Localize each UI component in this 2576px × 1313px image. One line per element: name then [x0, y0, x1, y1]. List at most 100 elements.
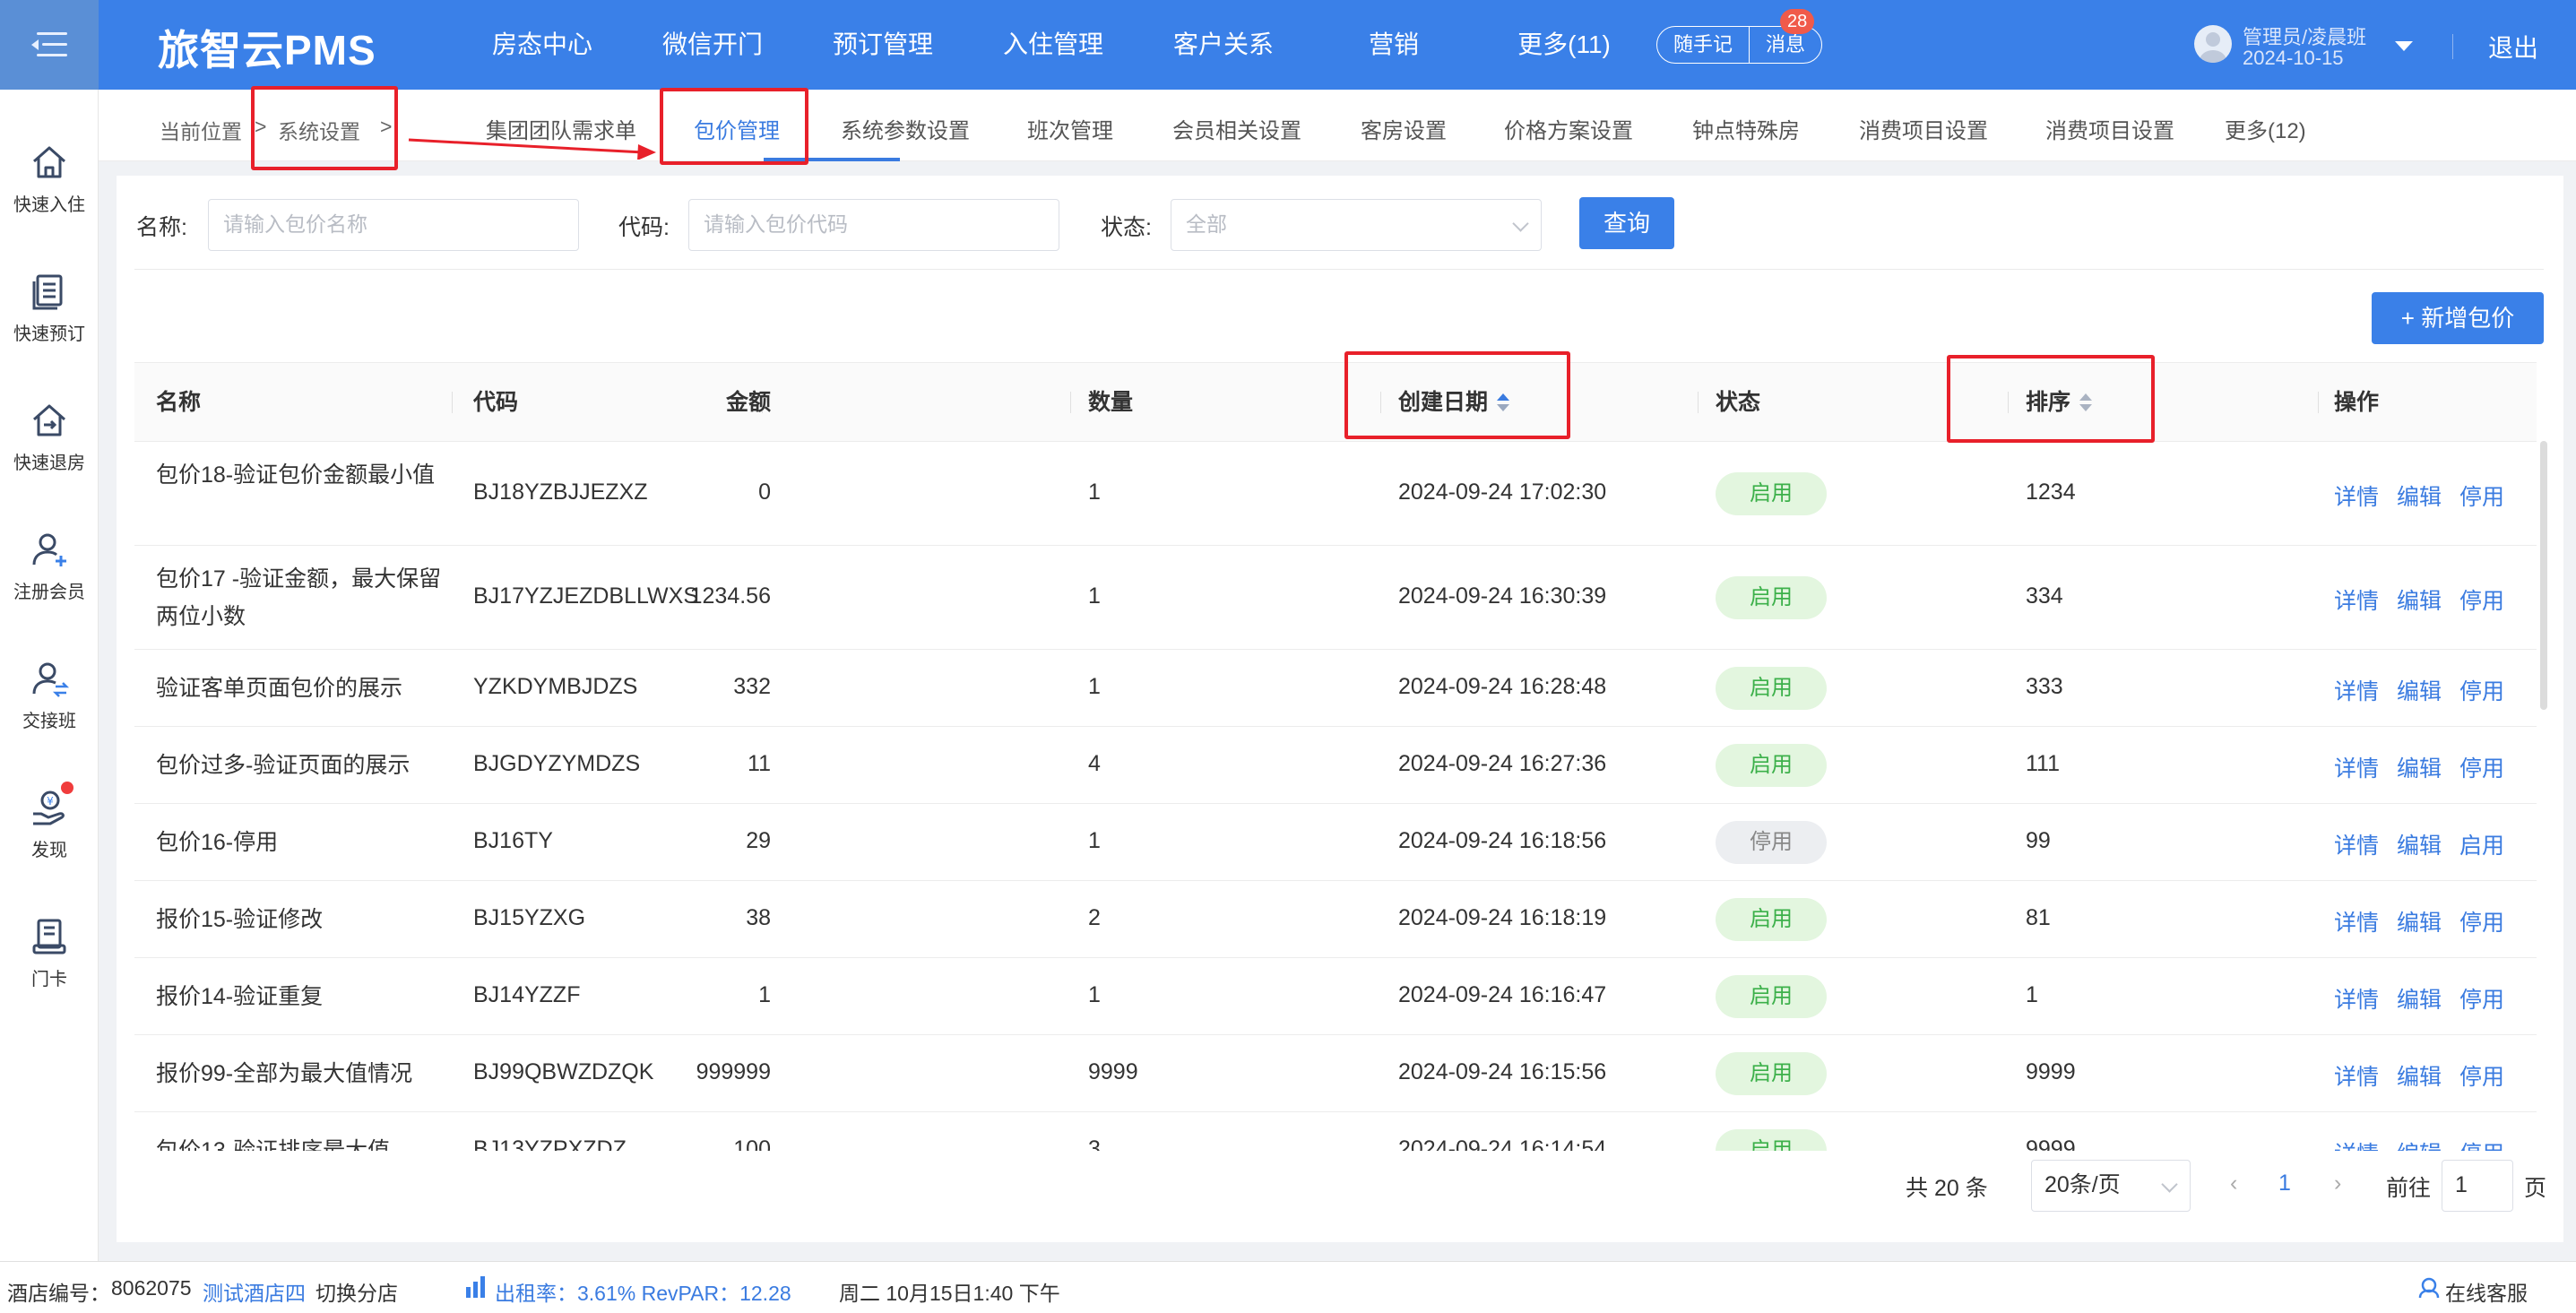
add-package-button[interactable]: + 新增包价: [2372, 292, 2544, 344]
sidebar-item-register-member[interactable]: 注册会员: [0, 529, 99, 603]
menu-toggle-button[interactable]: [0, 0, 99, 90]
column-divider: [2318, 392, 2319, 413]
tab-consumption-items[interactable]: 消费项目设置: [1859, 113, 1988, 144]
table-row: 报价99-全部为最大值情况 BJ99QBWZDZQK 999999 9999 2024-…: [134, 1035, 2537, 1112]
tab-room-settings[interactable]: 客房设置: [1361, 113, 1447, 144]
messages-button[interactable]: 消息: [1749, 27, 1821, 63]
tab-member-settings[interactable]: 会员相关设置: [1172, 113, 1301, 144]
toggle-status-link[interactable]: 停用: [2459, 674, 2504, 706]
cell-sort-order: 1234: [2026, 479, 2076, 505]
breadcrumb-current: 当前位置: [160, 120, 242, 143]
sidebar-item-quick-checkout[interactable]: 快速退房: [0, 400, 99, 474]
toggle-status-link[interactable]: 启用: [2459, 828, 2504, 860]
next-page-button[interactable]: ›: [2334, 1170, 2341, 1196]
tab-consumption-items-2[interactable]: 消费项目设置: [2045, 113, 2174, 144]
toggle-status-link[interactable]: 停用: [2459, 479, 2504, 512]
query-button[interactable]: 查询: [1579, 197, 1674, 249]
details-link[interactable]: 详情: [2334, 751, 2379, 783]
tab-hourly-rooms[interactable]: 钟点特殊房: [1692, 113, 1800, 144]
sidebar-item-quick-checkin[interactable]: 快速入住: [0, 142, 99, 216]
logout-button[interactable]: 退出: [2488, 29, 2538, 65]
toggle-status-link[interactable]: 停用: [2459, 1059, 2504, 1092]
edit-link[interactable]: 编辑: [2397, 905, 2442, 937]
edit-link[interactable]: 编辑: [2397, 674, 2442, 706]
hotel-name-link[interactable]: 测试酒店四: [203, 1276, 306, 1307]
nav-item-more[interactable]: 更多(11): [1479, 0, 1649, 90]
name-filter-input[interactable]: 请输入包价名称: [208, 199, 579, 251]
details-link[interactable]: 详情: [2334, 479, 2379, 512]
cell-amount: 11: [748, 751, 771, 776]
nav-item-marketing[interactable]: 营销: [1309, 0, 1479, 90]
status-filter-select[interactable]: 全部: [1171, 199, 1542, 251]
edit-link[interactable]: 编辑: [2397, 583, 2442, 616]
toggle-status-link[interactable]: 停用: [2459, 583, 2504, 616]
cell-code: BJ17YZJEZDBLLWXS: [473, 583, 699, 609]
nav-item-wechat-unlock[interactable]: 微信开门: [627, 0, 798, 90]
table-row: 包价16-停用 BJ16TY 29 1 2024-09-24 16:18:56 停用 99 详…: [134, 804, 2537, 881]
cell-amount: 29: [746, 828, 771, 853]
chevron-down-icon: [2161, 1176, 2178, 1193]
cell-quantity: 1: [1088, 828, 1101, 853]
tab-system-params[interactable]: 系统参数设置: [841, 113, 970, 144]
cell-amount: 1: [758, 982, 771, 1007]
nav-item-reservations[interactable]: 预订管理: [798, 0, 968, 90]
sidebar-item-quick-booking[interactable]: 快速预订: [0, 271, 99, 345]
table-row: 包价过多-验证页面的展示 BJGDYZYMDZS 11 4 2024-09-24 16:…: [134, 727, 2537, 804]
table-scrollbar[interactable]: [2540, 441, 2547, 710]
details-link[interactable]: 详情: [2334, 1136, 2379, 1151]
toggle-status-link[interactable]: 停用: [2459, 982, 2504, 1015]
chevron-down-icon[interactable]: [2395, 41, 2413, 51]
nav-item-customers[interactable]: 客户关系: [1138, 0, 1309, 90]
details-link[interactable]: 详情: [2334, 982, 2379, 1015]
cell-name: 包价过多-验证页面的展示: [156, 753, 411, 778]
toggle-status-link[interactable]: 停用: [2459, 905, 2504, 937]
code-filter-input[interactable]: 请输入包价代码: [688, 199, 1059, 251]
cell-code: BJ18YZBJJEZXZ: [473, 479, 648, 505]
toggle-status-link[interactable]: 停用: [2459, 1136, 2504, 1151]
goto-page-input[interactable]: 1: [2442, 1160, 2513, 1212]
divider: [134, 269, 2544, 270]
sidebar-item-label: 快速退房: [13, 454, 85, 473]
edit-link[interactable]: 编辑: [2397, 1136, 2442, 1151]
details-link[interactable]: 详情: [2334, 905, 2379, 937]
cell-quantity: 1: [1088, 583, 1101, 609]
prev-page-button[interactable]: ‹: [2230, 1170, 2237, 1196]
edit-link[interactable]: 编辑: [2397, 1059, 2442, 1092]
cell-created-date: 2024-09-24 16:15:56: [1398, 1059, 1607, 1084]
online-service-button[interactable]: 在线客服: [2445, 1276, 2528, 1307]
column-header-actions: 操作: [2334, 390, 2380, 415]
sidebar-item-discover[interactable]: ¥ 发现: [0, 782, 99, 861]
tab-price-plan[interactable]: 价格方案设置: [1504, 113, 1633, 144]
column-header-quantity: 数量: [1088, 390, 1134, 415]
tab-more[interactable]: 更多(12): [2225, 113, 2306, 144]
toggle-status-link[interactable]: 停用: [2459, 751, 2504, 783]
page-size-select[interactable]: 20条/页: [2031, 1160, 2191, 1212]
edit-link[interactable]: 编辑: [2397, 982, 2442, 1015]
cell-created-date: 2024-09-24 16:18:56: [1398, 828, 1607, 853]
details-link[interactable]: 详情: [2334, 828, 2379, 860]
table-row: 包价13-验证排序最大值 BJ13YZPXZDZ 100 3 2024-09-24 16…: [134, 1112, 2537, 1151]
avatar[interactable]: [2194, 25, 2232, 63]
edit-link[interactable]: 编辑: [2397, 751, 2442, 783]
edit-link[interactable]: 编辑: [2397, 828, 2442, 860]
annotation-box-breadcrumb: [251, 86, 398, 170]
details-link[interactable]: 详情: [2334, 583, 2379, 616]
cell-sort-order: 9999: [2026, 1136, 2076, 1151]
sidebar-item-label: 快速预订: [13, 324, 85, 344]
cell-code: BJ13YZPXZDZ: [473, 1136, 627, 1151]
cell-name: 报价99-全部为最大值情况: [156, 1061, 413, 1086]
status-filter-value: 全部: [1186, 212, 1227, 236]
details-link[interactable]: 详情: [2334, 674, 2379, 706]
name-filter-label: 名称:: [136, 215, 187, 240]
sidebar-item-room-card[interactable]: 门卡: [0, 916, 99, 990]
nav-item-checkin[interactable]: 入住管理: [968, 0, 1138, 90]
sidebar-item-shift-handover[interactable]: 交接班: [0, 658, 99, 732]
edit-link[interactable]: 编辑: [2397, 479, 2442, 512]
switch-branch-button[interactable]: 切换分店: [316, 1276, 398, 1307]
nav-item-room-status[interactable]: 房态中心: [457, 0, 627, 90]
main-nav: 房态中心 微信开门 预订管理 入住管理 客户关系 营销 更多(11): [457, 0, 1649, 90]
memo-button[interactable]: 随手记: [1657, 27, 1749, 63]
details-link[interactable]: 详情: [2334, 1059, 2379, 1092]
tab-shift-management[interactable]: 班次管理: [1027, 113, 1113, 144]
page-number-current[interactable]: 1: [2278, 1170, 2291, 1196]
